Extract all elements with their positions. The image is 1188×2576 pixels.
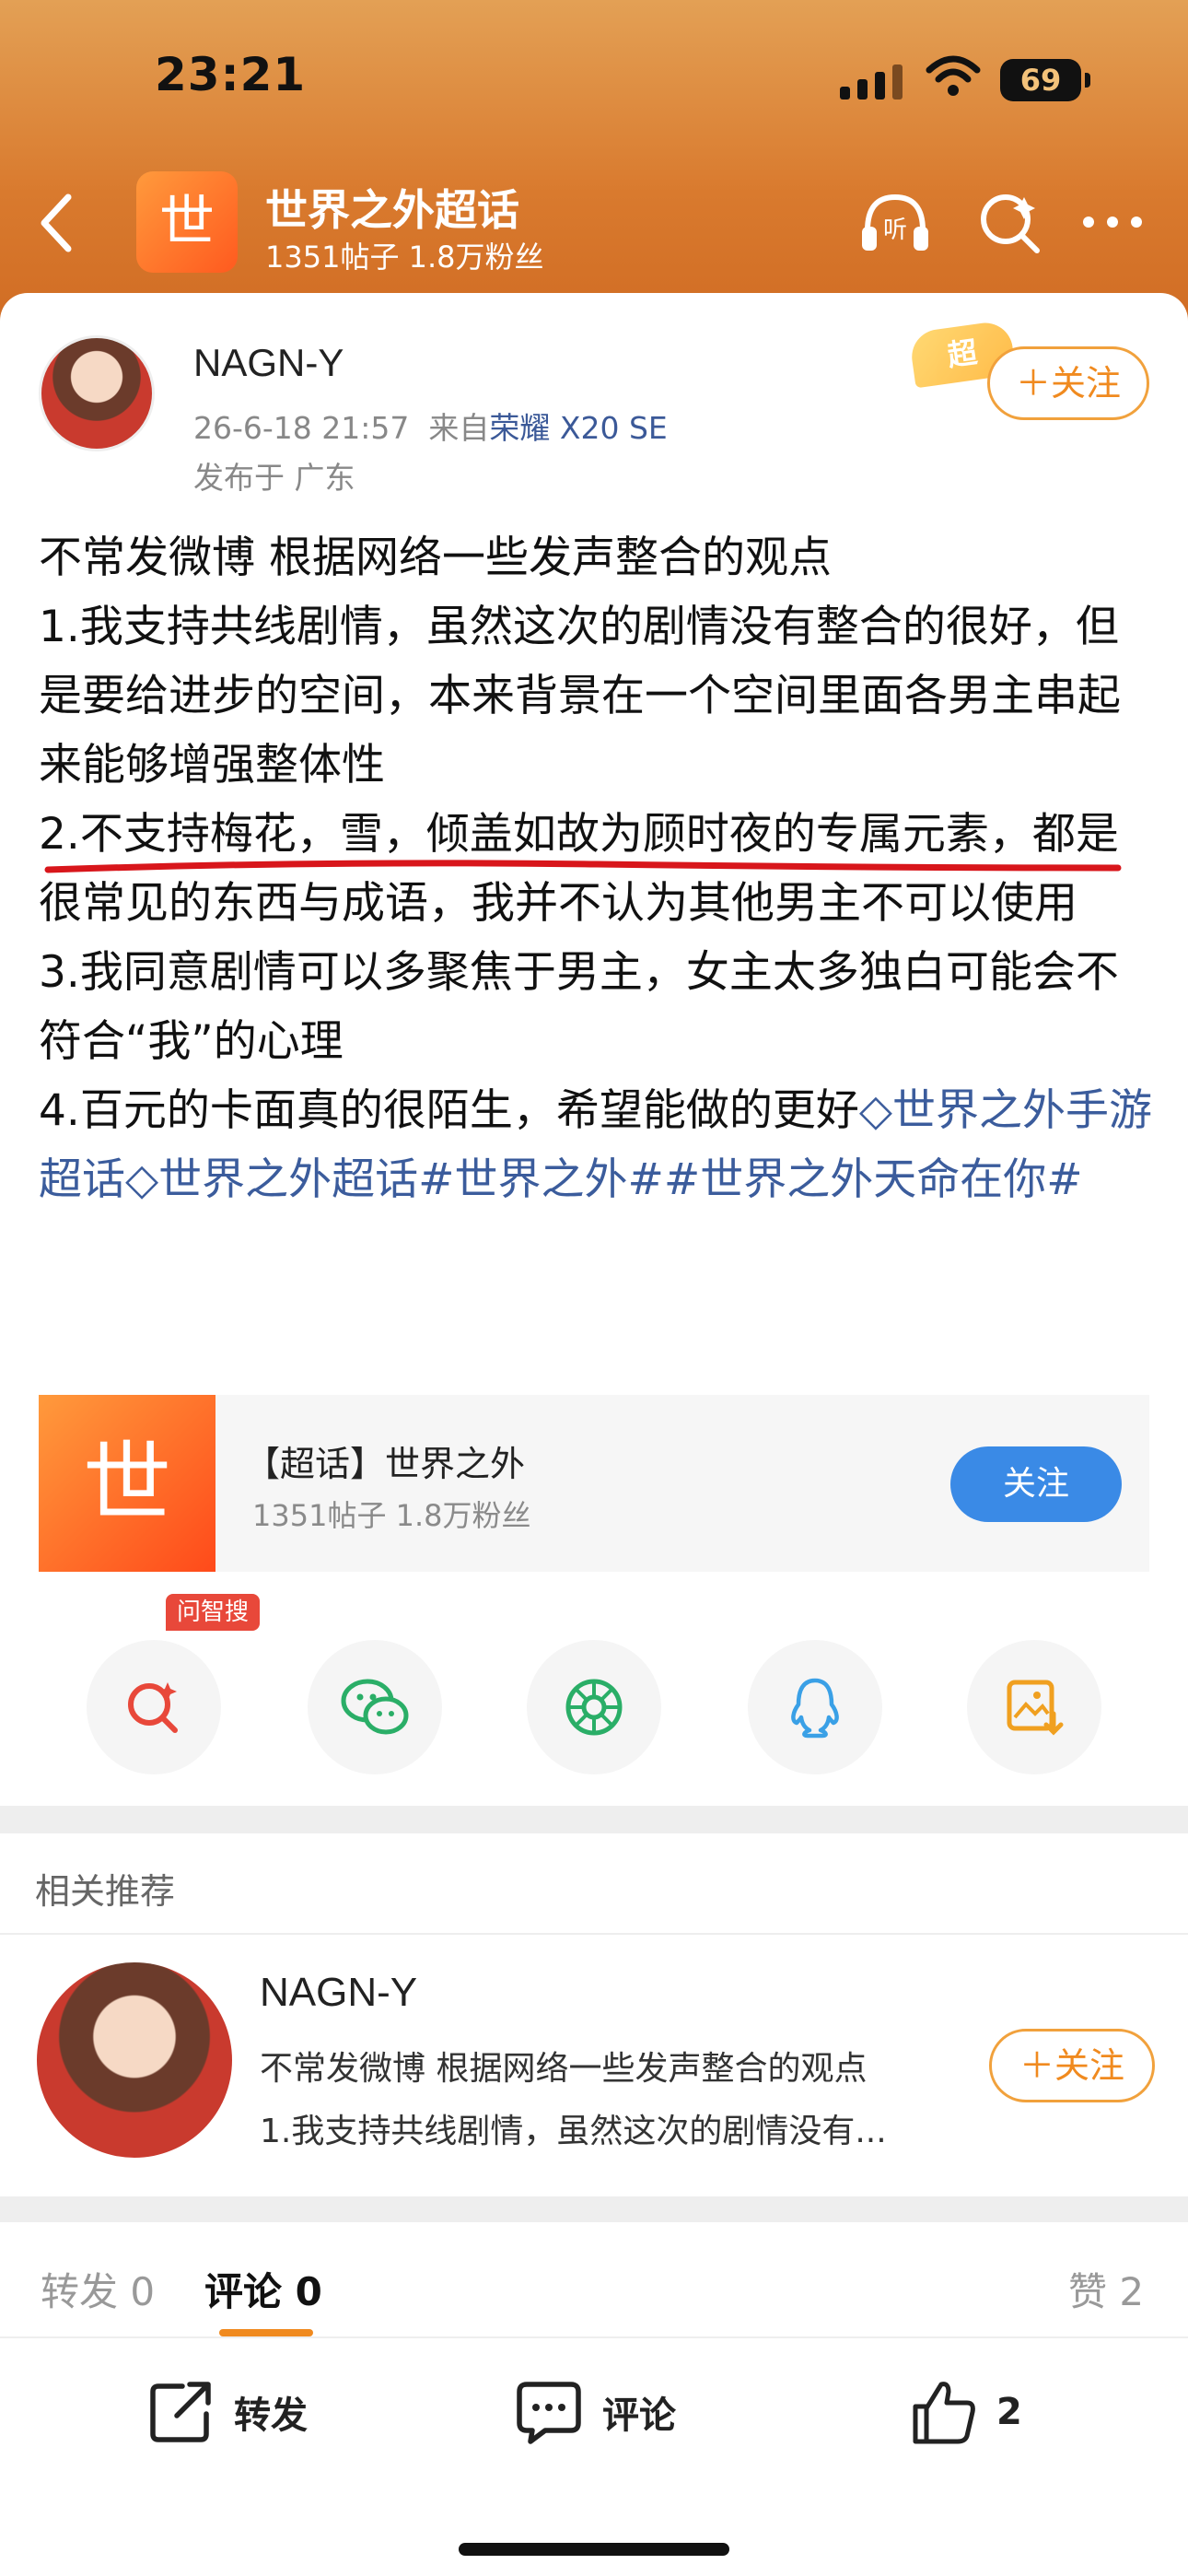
post-username[interactable]: NAGN-Y [193, 341, 344, 385]
comment-icon [517, 2382, 581, 2444]
search-icon[interactable] [974, 188, 1044, 258]
topic-title[interactable]: 世界之外超话 [265, 177, 519, 238]
status-time: 23:21 [155, 48, 307, 101]
topic-link-icon: ◇ [125, 1154, 159, 1205]
ai-search-tag: 问智搜 [166, 1594, 260, 1631]
section-divider [0, 2196, 1188, 2222]
related-preview-line[interactable]: 1.我支持共线剧情，虽然这次的剧情没有... [260, 2104, 887, 2152]
share-wechat-button[interactable] [308, 1640, 442, 1774]
interaction-tabs: 转发 0 评论 0 赞 2 [0, 2222, 1188, 2338]
bottom-action-bar: 转发 评论 2 [0, 2340, 1188, 2488]
more-options-icon[interactable] [1083, 208, 1157, 236]
follow-button[interactable]: ＋关注 [987, 346, 1149, 420]
tab-indicator [219, 2329, 313, 2336]
topic-link[interactable]: 世界之外超话 [158, 1154, 418, 1205]
post-location: 发布于 广东 [193, 460, 355, 496]
like-count: 2 [996, 2391, 1022, 2433]
back-arrow-icon[interactable] [26, 186, 90, 260]
post-line: 不常发微博 根据网络一些发声整合的观点 [39, 533, 832, 583]
qq-penguin-icon [791, 1678, 839, 1739]
wechat-icon [341, 1679, 409, 1735]
status-bar: 23:21 69 [0, 0, 1188, 157]
related-avatar[interactable] [37, 1962, 232, 2158]
ai-search-icon [128, 1682, 178, 1733]
topic-card-logo: 世 [39, 1395, 215, 1572]
section-divider [0, 1806, 1188, 1833]
related-header: 相关推荐 [35, 1871, 176, 1912]
post-line: 4.百元的卡面真的很陌生，希望能做的更好 [39, 1085, 859, 1136]
post-line-with-links: 4.百元的卡面真的很陌生，希望能做的更好◇世界之外手游超话◇世界之外超话#世界之… [39, 1076, 1153, 1214]
hashtag-link[interactable]: #世界之外# [418, 1154, 664, 1205]
moments-icon [565, 1679, 623, 1736]
post-device[interactable]: 荣耀 X20 SE [489, 410, 667, 446]
save-image-icon [1007, 1680, 1064, 1736]
related-username[interactable]: NAGN-Y [260, 1970, 417, 2016]
post-date: 26-6-18 21:57 [193, 410, 410, 446]
topic-follow-button[interactable]: 关注 [950, 1446, 1122, 1522]
topic-nav-bar: 世 世界之外超话 1351帖子 1.8万粉丝 听 [0, 157, 1188, 295]
home-indicator [459, 2543, 729, 2556]
share-row: 问智搜 [0, 1594, 1188, 1778]
post-source-prefix: 来自 [428, 410, 490, 446]
topic-link-icon: ◇ [858, 1085, 892, 1136]
comment-label: 评论 [602, 2395, 676, 2437]
listen-headphones-icon[interactable]: 听 [856, 184, 934, 262]
save-image-button[interactable] [967, 1640, 1101, 1774]
topic-logo[interactable]: 世 [136, 171, 238, 273]
post-line: 3.我同意剧情可以多聚焦于男主，女主太多独白可能会不符合“我”的心理 [39, 947, 1119, 1067]
comment-button[interactable]: 评论 [514, 2377, 676, 2447]
like-button[interactable]: 2 [908, 2377, 1022, 2447]
repost-icon [150, 2382, 211, 2442]
post-line: 1.我支持共线剧情，虽然这次的剧情没有整合的很好，但是要给进步的空间，本来背景在… [39, 602, 1121, 790]
topic-card[interactable]: 世 【超话】世界之外 1351帖子 1.8万粉丝 关注 [39, 1395, 1149, 1572]
wifi-icon [926, 55, 981, 96]
tab-comment[interactable]: 评论 0 [204, 2261, 322, 2317]
related-follow-button[interactable]: ＋关注 [989, 2029, 1155, 2102]
battery-icon: 69 [1000, 59, 1090, 101]
topic-card-stats: 1351帖子 1.8万粉丝 [252, 1498, 531, 1533]
share-moments-button[interactable] [527, 1640, 661, 1774]
avatar[interactable] [39, 335, 155, 451]
topic-stats: 1351帖子 1.8万粉丝 [265, 240, 544, 275]
red-underline-annotation [44, 860, 1122, 873]
topic-card-title: 【超话】世界之外 [245, 1444, 526, 1484]
ai-search-button[interactable] [87, 1640, 221, 1774]
related-header-divider [0, 1933, 1188, 1935]
share-qq-button[interactable] [748, 1640, 882, 1774]
repost-label: 转发 [234, 2395, 308, 2437]
thumbs-up-icon [913, 2382, 975, 2444]
hashtag-link[interactable]: #世界之外天命在你# [664, 1154, 1083, 1205]
related-preview-line[interactable]: 不常发微博 根据网络一些发声整合的观点 [260, 2042, 867, 2090]
post-meta: 26-6-18 21:57 来自荣耀 X20 SE [193, 404, 668, 448]
cellular-signal-icon [840, 63, 903, 100]
post-card: NAGN-Y 26-6-18 21:57 来自荣耀 X20 SE 发布于 广东 … [0, 293, 1188, 1822]
tab-like[interactable]: 赞 2 [1068, 2261, 1144, 2317]
tab-repost[interactable]: 转发 0 [41, 2261, 155, 2317]
repost-button[interactable]: 转发 [146, 2377, 308, 2447]
svg-text:听: 听 [883, 217, 907, 244]
